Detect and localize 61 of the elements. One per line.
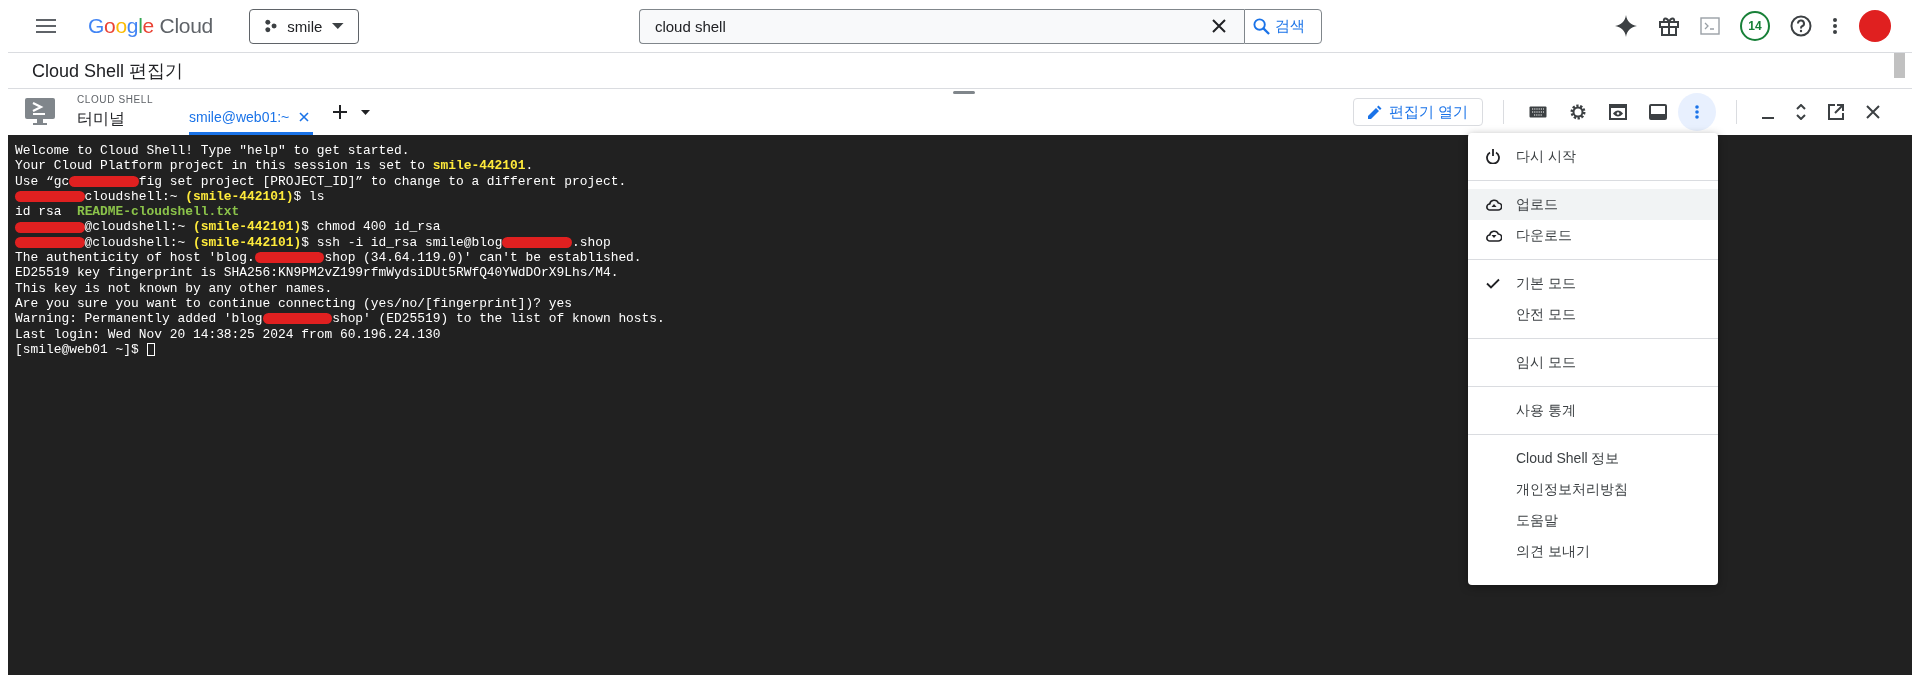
menu-item[interactable]: 개인정보처리방침 [1468, 474, 1718, 505]
drag-handle[interactable] [953, 91, 975, 94]
page-title: Cloud Shell 편집기 [32, 59, 184, 83]
power-icon [1486, 149, 1500, 164]
section-overline: CLOUD SHELL [77, 94, 154, 105]
terminal-line: @cloudshell:~ (smile-442101)$ chmod 400 id_rsa [15, 219, 441, 235]
clear-icon[interactable] [1211, 18, 1226, 33]
help-icon[interactable] [1790, 15, 1812, 37]
terminal-line: cloudshell:~ (smile-442101)$ ls [15, 188, 325, 205]
notification-count[interactable]: 14 [1740, 11, 1770, 41]
settings-icon[interactable] [1569, 103, 1587, 121]
preview-icon[interactable] [1609, 104, 1627, 120]
expand-icon[interactable] [1796, 104, 1806, 120]
close-icon[interactable] [299, 111, 310, 122]
menu-item[interactable]: Cloud Shell 정보 [1468, 443, 1718, 474]
menu-item[interactable]: 도움말 [1468, 505, 1718, 536]
terminal-line: This key is not known by any other names. [15, 280, 333, 296]
menu-item[interactable]: 임시 모드 [1468, 347, 1718, 378]
search-icon [1252, 17, 1270, 35]
more-icon [1695, 105, 1699, 119]
gift-icon[interactable] [1658, 15, 1680, 37]
cloud-download-icon [1486, 229, 1502, 242]
terminal-line: Warning: Permanently added 'blog shop' (ED25519) to the list of known hosts. [15, 311, 665, 327]
scrollbar[interactable] [1894, 53, 1905, 78]
more-icon[interactable] [1832, 17, 1838, 35]
terminal-line: Use “gc fig set project [PROJECT_ID]” to change to a different project. [15, 173, 627, 189]
terminal-line: Are you sure you want to continue connecting (yes/no/[fingerprint])? yes [15, 295, 572, 312]
open-editor-button[interactable]: 편집기 열기 [1352, 98, 1483, 126]
terminal-line: Welcome to Cloud Shell! Type "help" to get started. [15, 143, 410, 159]
open-external-icon[interactable] [1828, 104, 1844, 120]
terminal-line: Your Cloud Platform project in this session is set to smile-442101. [15, 158, 534, 174]
keyboard-icon[interactable] [1529, 106, 1547, 118]
close-icon[interactable] [1866, 105, 1880, 119]
menu-item[interactable]: 다시 시작 [1468, 141, 1718, 172]
terminal-line: [smile@web01 ~]$ [15, 341, 155, 358]
pencil-icon [1367, 105, 1382, 119]
terminal-line: ED25519 key fingerprint is SHA256:KN9PM2vZ199rfmWydsiDUt5RWfQ40YWdDOrX9Lhs/M4. [15, 265, 619, 281]
product-logo[interactable]: Google Cloud [88, 14, 213, 38]
project-icon [263, 19, 278, 33]
menu-item[interactable]: 의견 보내기 [1468, 536, 1718, 567]
add-icon[interactable] [333, 105, 348, 119]
menu-item[interactable]: 다운로드 [1468, 220, 1718, 251]
menu-item[interactable]: 업로드 [1468, 189, 1718, 220]
caret-icon[interactable] [361, 109, 371, 115]
panel-icon[interactable] [1649, 104, 1667, 120]
search-field[interactable]: cloud shell [638, 8, 1244, 44]
menu-item[interactable]: 기본 모드 [1468, 268, 1718, 299]
search-button[interactable]: 검색 [1243, 8, 1322, 44]
shell-title: 터미널 [77, 109, 126, 129]
caret-icon [332, 23, 344, 29]
project-picker[interactable]: smile [248, 8, 359, 44]
terminal-line: The authenticity of host 'blog. shop (34.64.119.0)' can't be established. [15, 250, 642, 266]
cloud-upload-icon [1486, 198, 1502, 211]
terminal-line: id rsa README-cloudshell.txt [15, 204, 240, 220]
terminal-line: @cloudshell:~ (smile-442101)$ ssh -i id_rsa smile@blog .shop [15, 234, 611, 251]
menu-item[interactable]: 사용 통계 [1468, 395, 1718, 426]
monitor-icon [25, 98, 55, 126]
menu-item[interactable]: 안전 모드 [1468, 299, 1718, 330]
avatar[interactable] [1858, 9, 1892, 43]
terminal-line: Last login: Wed Nov 20 14:38:25 2024 from 60.196.24.130 [15, 326, 441, 342]
sparkle-icon[interactable] [1614, 14, 1638, 38]
